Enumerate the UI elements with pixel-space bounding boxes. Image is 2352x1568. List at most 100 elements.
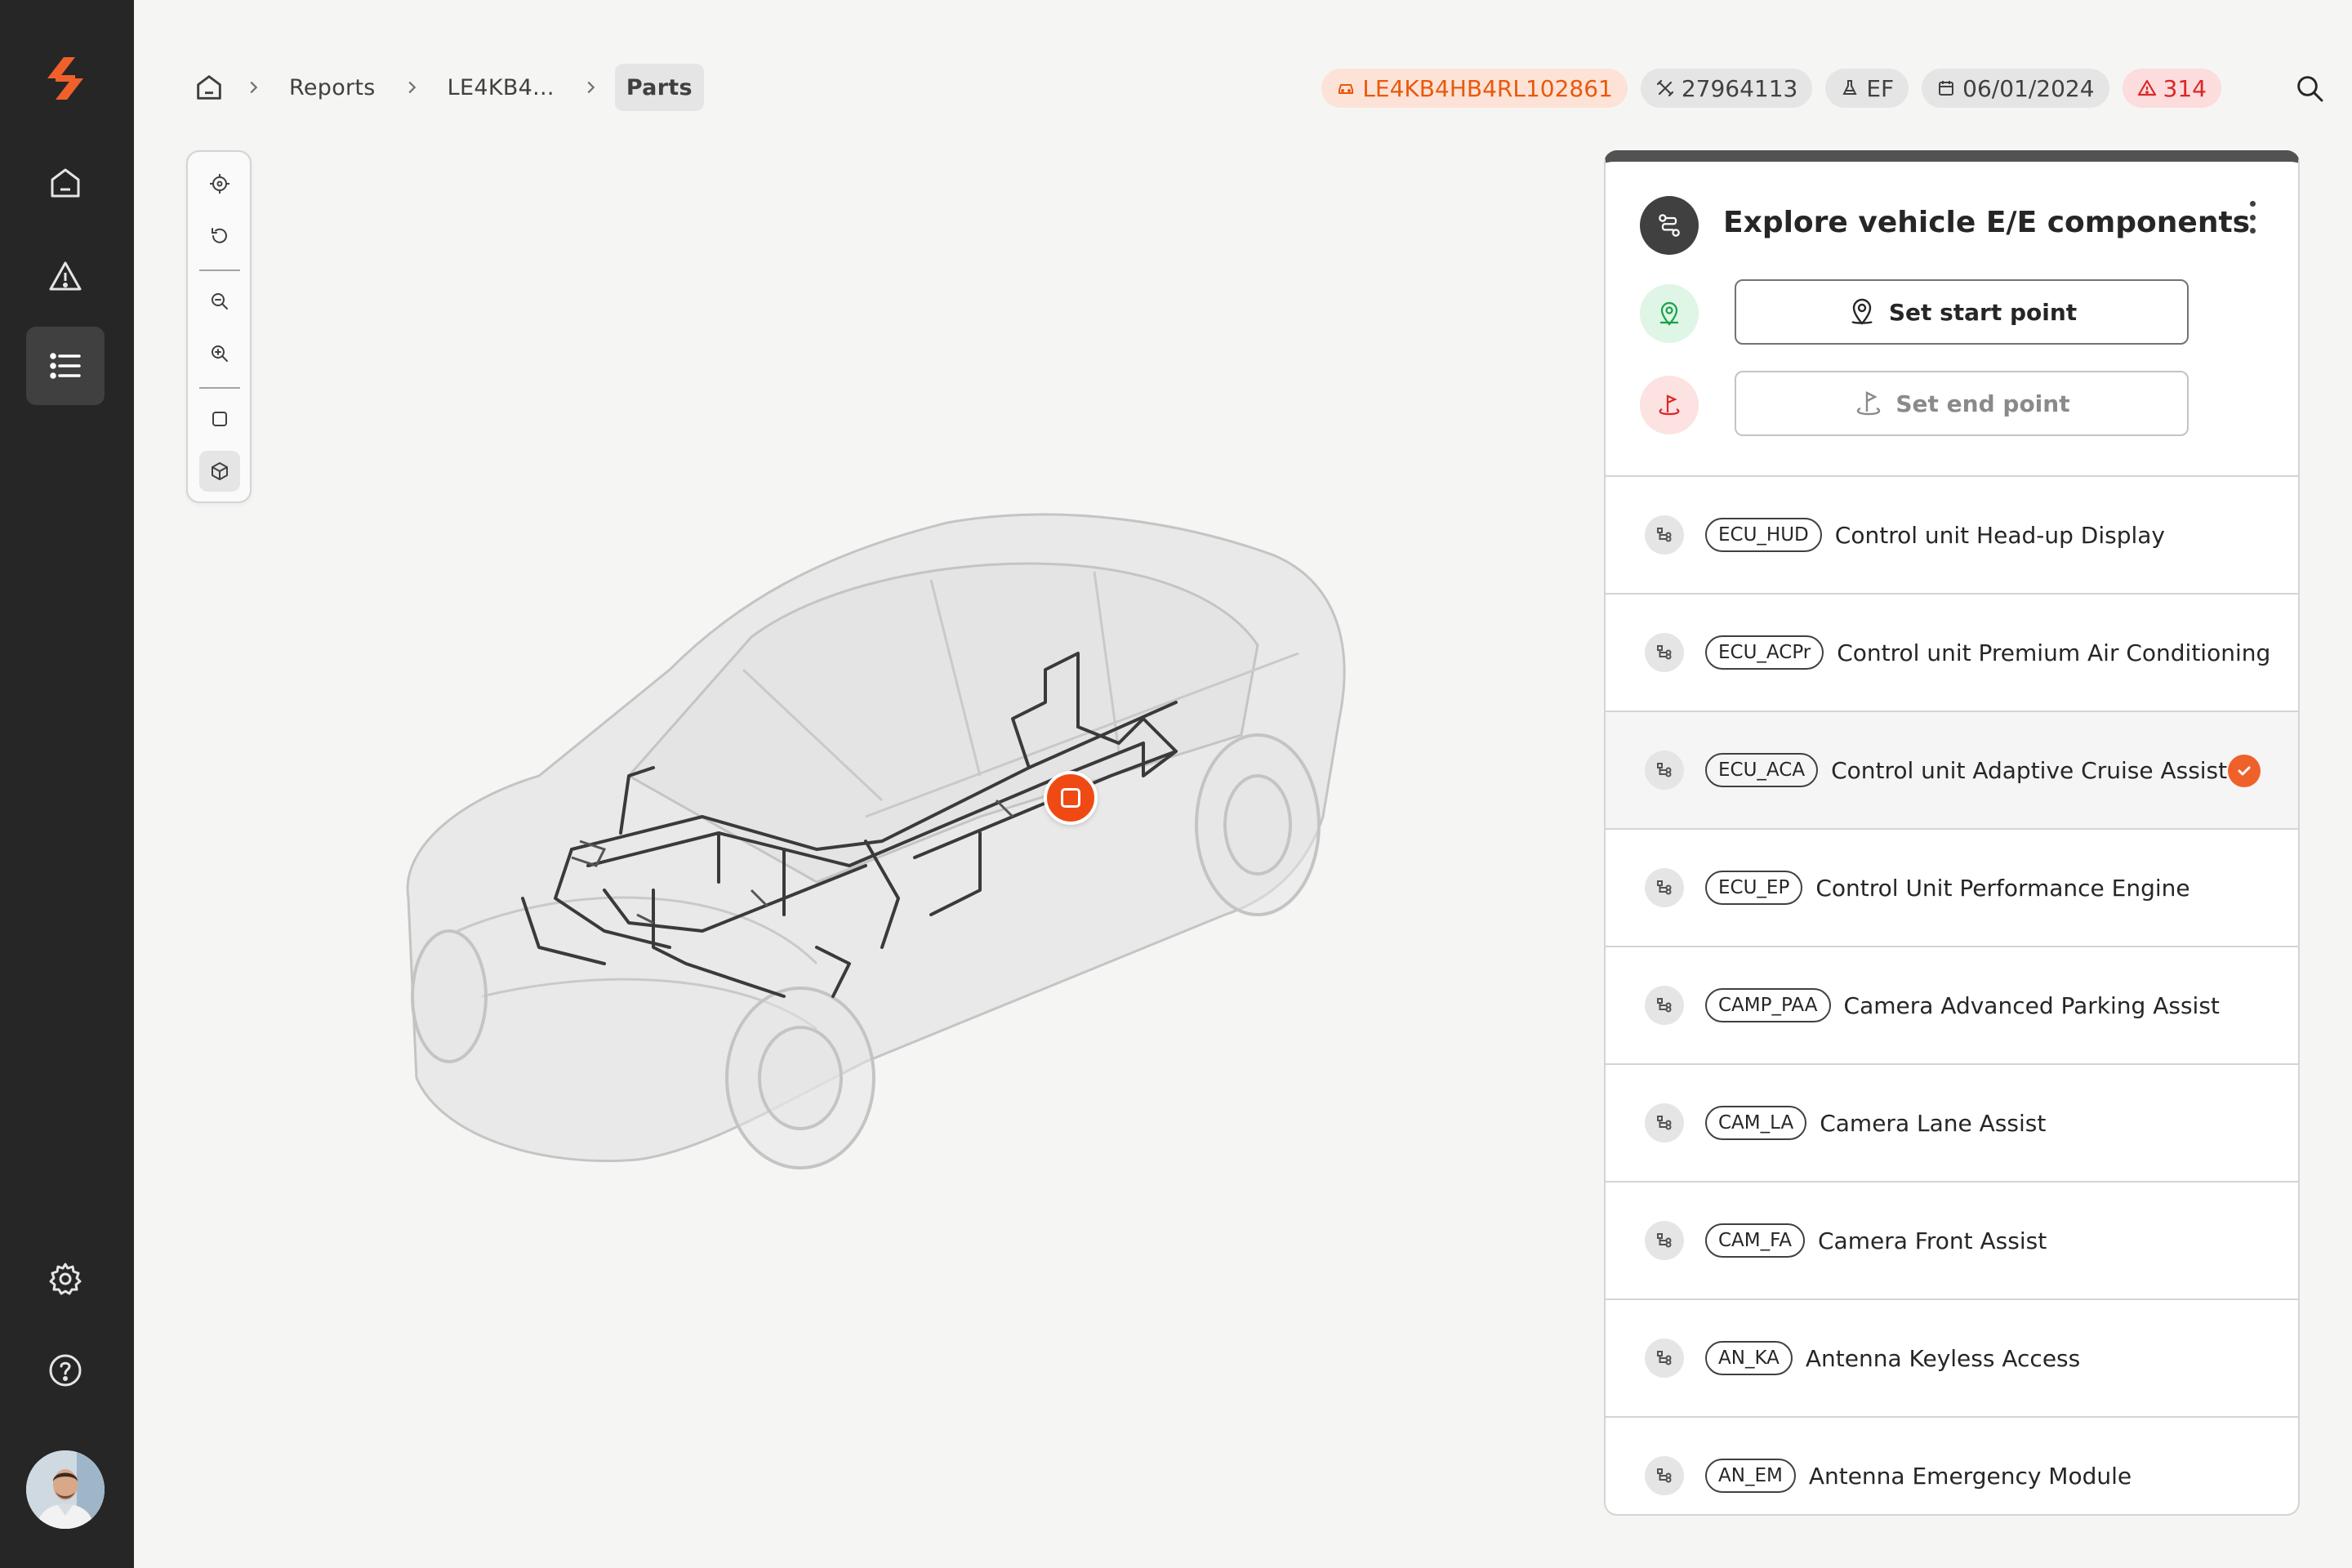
avatar[interactable] [26, 1450, 105, 1529]
component-name: Antenna Emergency Module [1808, 1462, 2132, 1490]
date-value: 06/01/2024 [1962, 74, 2095, 102]
panel-header: Explore vehicle E/E components Set start… [1606, 162, 2298, 475]
rotate-ccw-icon [212, 228, 227, 243]
zoom-out-button[interactable] [199, 281, 240, 322]
set-end-point-label: Set end point [1895, 390, 2070, 417]
set-end-point-button[interactable]: Set end point [1735, 371, 2189, 436]
toolbar-divider [199, 270, 240, 271]
component-row-an-em[interactable]: AN_EM Antenna Emergency Module [1606, 1416, 2298, 1514]
warning-icon [49, 261, 82, 291]
square-icon [212, 412, 227, 426]
home-icon [197, 75, 221, 100]
flask-icon [1842, 80, 1857, 95]
sidebar-item-settings[interactable] [26, 1240, 105, 1318]
crosshair-icon [210, 174, 229, 194]
reset-view-button[interactable] [199, 216, 240, 256]
breadcrumb-item-parts: Parts [614, 64, 704, 111]
toolbar-divider [199, 387, 240, 389]
component-name: Control unit Premium Air Conditioning [1837, 639, 2271, 666]
tools-icon [1656, 79, 1673, 97]
search-icon [2297, 76, 2323, 102]
component-row-an-ka[interactable]: AN_KA Antenna Keyless Access [1606, 1298, 2298, 1416]
map-pin-icon [1851, 298, 1873, 325]
component-tree-icon [1645, 1103, 1684, 1143]
map-pin-icon [1660, 301, 1678, 326]
sidebar-item-home[interactable] [26, 144, 105, 222]
component-row-ecu-aca[interactable]: ECU_ACA Control unit Adaptive Cruise Ass… [1606, 710, 2298, 828]
component-code: AN_KA [1705, 1341, 1793, 1375]
variant-value: EF [1866, 74, 1895, 102]
car-icon [1339, 84, 1354, 94]
chevron-right-icon [387, 78, 436, 96]
component-code: ECU_EP [1705, 871, 1803, 905]
flag-pin-icon [1659, 394, 1680, 416]
breadcrumb-item-vehicle[interactable]: LE4KB4... [436, 64, 566, 111]
component-name: Camera Front Assist [1818, 1227, 2047, 1254]
alert-count-value: 314 [2163, 74, 2207, 102]
home-icon [51, 168, 80, 198]
help-icon [49, 1354, 82, 1387]
component-row-ecu-acpr[interactable]: ECU_ACPr Control unit Premium Air Condit… [1606, 593, 2298, 710]
component-row-ecu-ep[interactable]: ECU_EP Control Unit Performance Engine [1606, 828, 2298, 946]
sidebar-item-reports[interactable] [26, 327, 105, 405]
panel-title: Explore vehicle E/E components [1723, 206, 2251, 239]
list-icon [50, 353, 81, 379]
component-name: Camera Lane Assist [1820, 1109, 2047, 1137]
check-icon [2228, 755, 2261, 787]
breadcrumb: Reports LE4KB4... Parts [189, 64, 704, 111]
variant-chip[interactable]: EF [1825, 69, 1909, 108]
zoom-in-button[interactable] [199, 333, 240, 374]
component-code: CAM_FA [1705, 1223, 1805, 1258]
vehicle-3d-view[interactable] [359, 506, 1388, 1192]
zoom-out-icon [212, 293, 228, 310]
cube-icon [212, 462, 228, 480]
component-code: ECU_ACA [1705, 753, 1819, 787]
component-tree-icon [1645, 515, 1684, 555]
component-name: Control Unit Performance Engine [1815, 874, 2190, 902]
date-chip[interactable]: 06/01/2024 [1922, 69, 2109, 108]
component-row-cam-fa[interactable]: CAM_FA Camera Front Assist [1606, 1181, 2298, 1298]
component-name: Control unit Adaptive Cruise Assist [1831, 756, 2228, 784]
recenter-button[interactable] [199, 163, 240, 204]
part-number-value: 27964113 [1681, 74, 1798, 102]
component-list: ECU_HUD Control unit Head-up Display ECU… [1606, 475, 2298, 1514]
component-code: CAM_LA [1705, 1106, 1807, 1140]
3d-view-button[interactable] [199, 451, 240, 492]
set-start-point-button[interactable]: Set start point [1735, 279, 2189, 345]
component-tree-icon [1645, 633, 1684, 672]
end-point-badge [1640, 376, 1699, 434]
viewer-toolbar [186, 150, 252, 503]
component-name: Antenna Keyless Access [1805, 1344, 2081, 1372]
component-row-cam-la[interactable]: CAM_LA Camera Lane Assist [1606, 1063, 2298, 1181]
vin-value: LE4KB4HB4RL102861 [1362, 74, 1613, 102]
component-name: Control unit Head-up Display [1834, 521, 2165, 549]
brand-logo[interactable] [39, 51, 91, 106]
component-code: AN_EM [1705, 1459, 1796, 1493]
2d-view-button[interactable] [199, 399, 240, 439]
component-tree-icon [1645, 751, 1684, 790]
vehicle-info-chips: LE4KB4HB4RL102861 27964113 EF 06/01/2024… [1321, 69, 2221, 108]
component-tree-icon [1645, 868, 1684, 907]
component-name: Camera Advanced Parking Assist [1843, 991, 2220, 1019]
sidebar-item-help[interactable] [26, 1331, 105, 1410]
gear-icon [49, 1263, 82, 1295]
chevron-right-icon [229, 78, 278, 96]
component-tree-icon [1645, 1221, 1684, 1260]
vin-chip[interactable]: LE4KB4HB4RL102861 [1321, 69, 1628, 108]
breadcrumb-home[interactable] [189, 68, 229, 107]
component-row-camp-paa[interactable]: CAMP_PAA Camera Advanced Parking Assist [1606, 946, 2298, 1063]
alert-count-chip[interactable]: 314 [2122, 69, 2221, 108]
set-start-point-label: Set start point [1888, 298, 2078, 326]
flag-pin-icon [1857, 391, 1881, 416]
component-tree-icon [1645, 986, 1684, 1025]
ee-components-panel: Explore vehicle E/E components Set start… [1604, 150, 2300, 1516]
sidebar-item-alerts[interactable] [26, 237, 105, 315]
component-location-marker[interactable] [1044, 771, 1098, 825]
search-button[interactable] [2290, 69, 2329, 108]
component-row-ecu-hud[interactable]: ECU_HUD Control unit Head-up Display [1606, 475, 2298, 593]
sidebar [0, 0, 134, 1568]
component-code: CAMP_PAA [1705, 988, 1831, 1022]
more-options-button[interactable] [2244, 201, 2261, 234]
breadcrumb-item-reports[interactable]: Reports [278, 64, 387, 111]
part-number-chip[interactable]: 27964113 [1640, 69, 1813, 108]
